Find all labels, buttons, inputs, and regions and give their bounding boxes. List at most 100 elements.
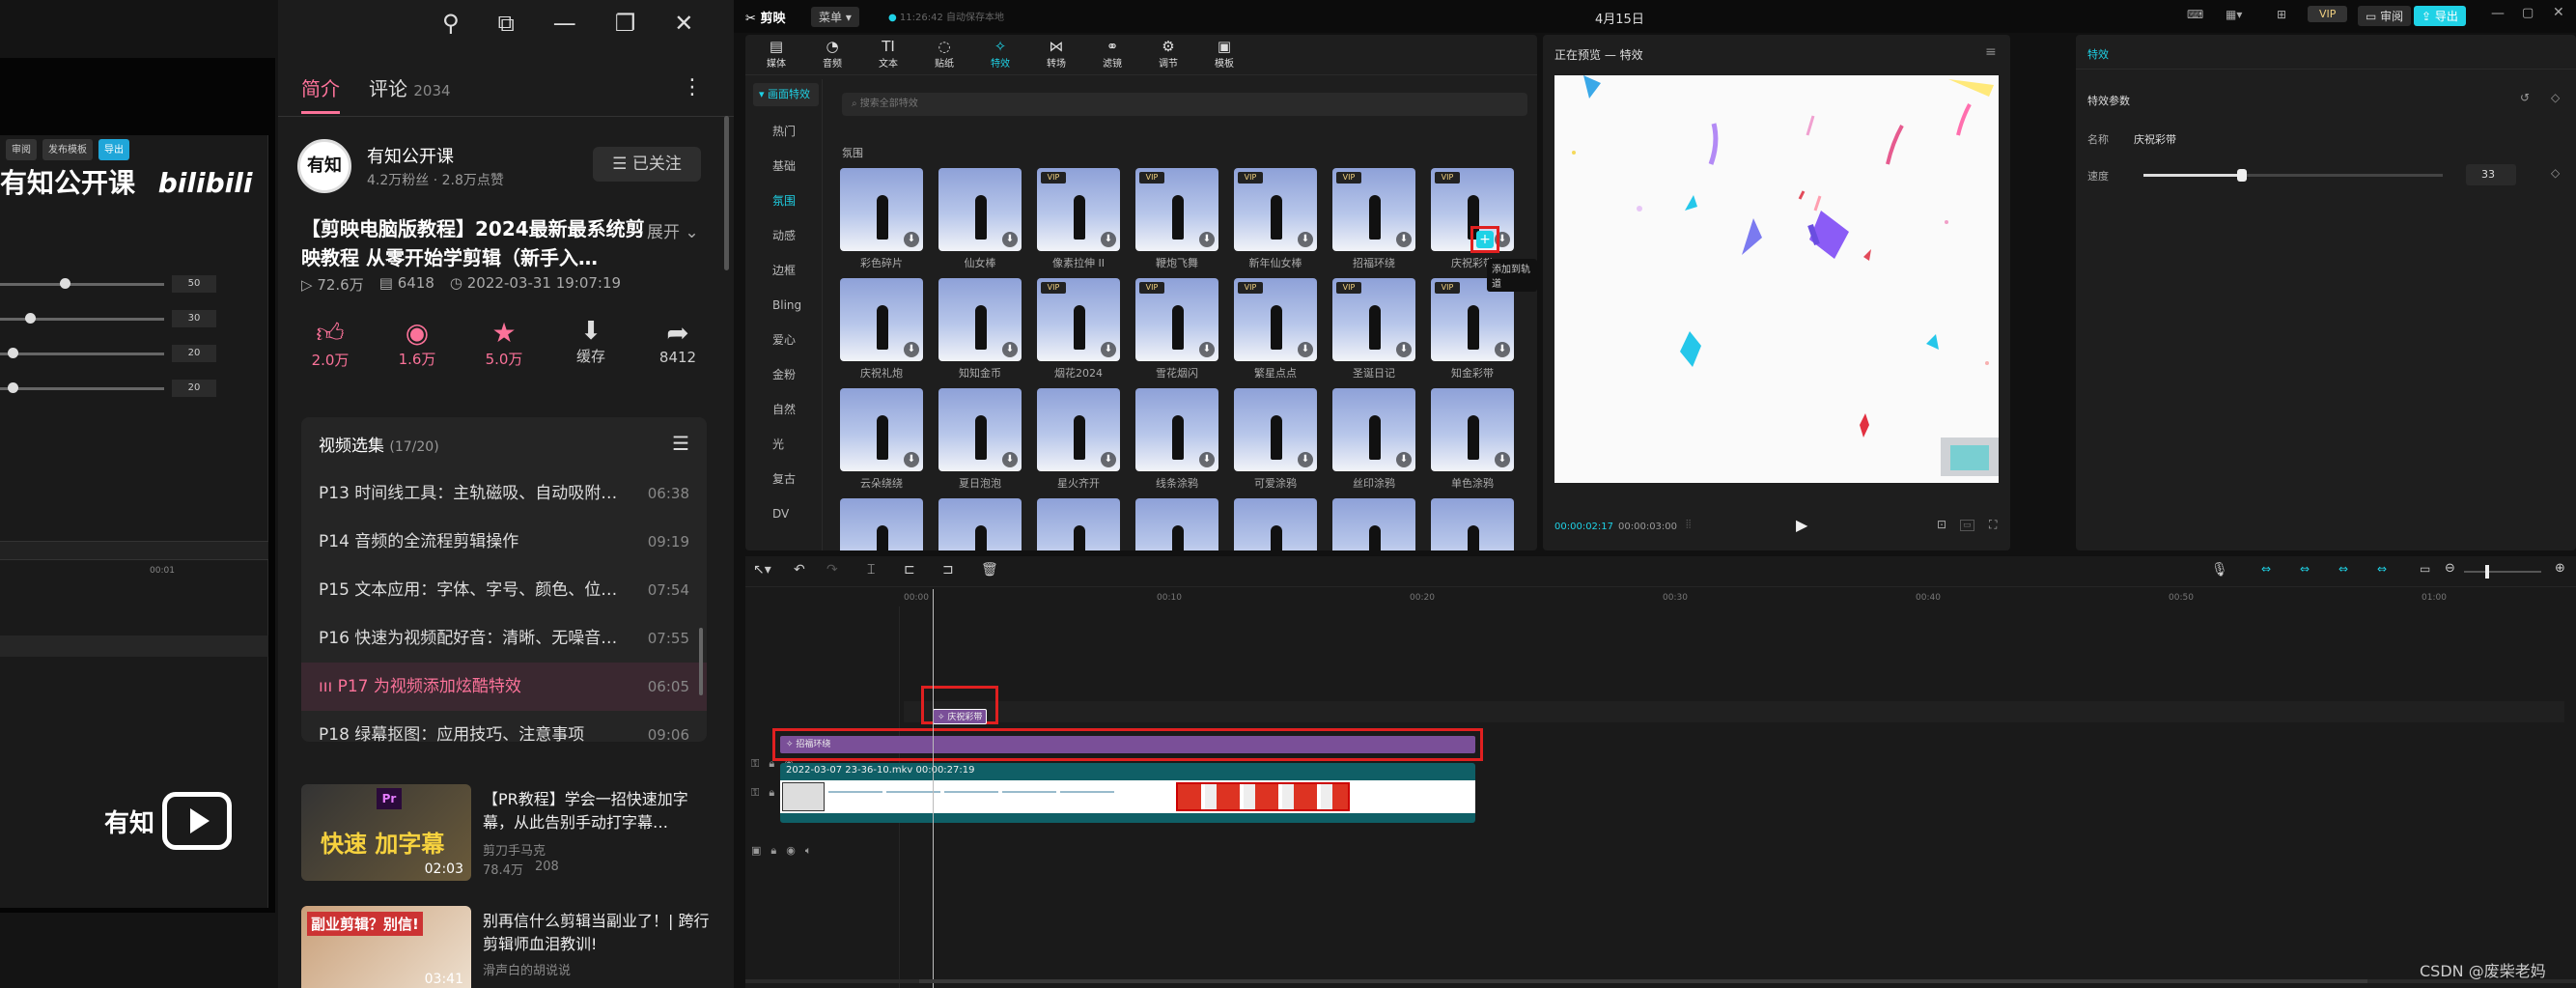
list-icon[interactable]: ☰ — [672, 432, 689, 455]
download-icon[interactable]: ⬇ — [1199, 232, 1215, 247]
effect-item[interactable]: ⬇ 彩色碎片 — [840, 168, 923, 270]
category-item[interactable]: DV — [745, 496, 823, 531]
zoom-out-icon[interactable]: ⊖ — [2445, 561, 2455, 576]
playlist-item[interactable]: P14 音频的全流程剪辑操作 09:19 — [301, 518, 707, 566]
ratio-icon[interactable]: ▭ — [1960, 520, 1974, 531]
split-left-icon[interactable]: ⊏ — [904, 562, 915, 578]
undo-icon[interactable]: ↶ — [794, 562, 805, 578]
effect-item[interactable]: VIP ⬇ 庆祝彩带 — [1431, 168, 1514, 270]
link-icon[interactable]: ⇔ — [2338, 562, 2348, 576]
tab-transition[interactable]: ⋈ 转场 — [1037, 35, 1076, 74]
speed-value-input[interactable]: 33 — [2466, 164, 2516, 185]
mic-icon[interactable]: 🎙︎ — [2211, 562, 2228, 578]
effect-item[interactable]: ⬇ 单色涂鸦 — [1431, 388, 1514, 491]
effect-item[interactable]: VIP ⬇ 雪花烟闪 — [1135, 278, 1218, 381]
keyframe-icon[interactable]: ◇ — [2551, 166, 2560, 180]
reset-icon[interactable]: ↺ — [2520, 91, 2530, 104]
crop-icon[interactable]: ⊡ — [1937, 518, 1946, 531]
main-magnet-icon[interactable]: ⇔ — [2261, 562, 2271, 576]
playlist-item-active[interactable]: ııı P17 为视频添加炫酷特效 06:05 — [301, 663, 707, 711]
fullscreen-icon[interactable]: ⛶ — [1989, 518, 1997, 532]
download-icon[interactable]: ⬇ — [904, 232, 919, 247]
lock-icon[interactable]: 🔒︎ — [769, 786, 774, 800]
effect-item[interactable]: ⬇ — [1037, 498, 1120, 550]
coin-button[interactable]: ◉ 1.6万 — [388, 317, 446, 370]
caption-icon[interactable]: ▭ — [2420, 562, 2430, 576]
download-icon[interactable]: ⬇ — [1002, 342, 1018, 357]
tab-audio[interactable]: ◔ 音频 — [813, 35, 852, 74]
effect-item[interactable]: ⬇ 庆祝礼炮 — [840, 278, 923, 381]
effect-item[interactable]: ⬇ 星火齐开 — [1037, 388, 1120, 491]
download-icon[interactable]: ⬇ — [1002, 452, 1018, 467]
maximize-icon[interactable]: ▢ — [2522, 6, 2534, 20]
playhead[interactable] — [933, 589, 934, 988]
tab-filter[interactable]: ⚭ 滤镜 — [1093, 35, 1132, 74]
download-icon[interactable]: ⬇ — [1101, 232, 1116, 247]
menu-icon[interactable]: ≡ — [1985, 44, 1997, 60]
eye-icon[interactable]: ◉ — [786, 844, 796, 858]
category-item[interactable]: 基础 — [745, 149, 823, 183]
download-icon[interactable]: ⬇ — [1199, 342, 1215, 357]
close-icon[interactable]: ✕ — [2553, 5, 2564, 20]
add-to-track-button[interactable]: + — [1476, 231, 1494, 248]
playlist-item[interactable]: P13 时间线工具：主轨磁吸、自动吸附… 06:38 — [301, 469, 707, 518]
download-icon[interactable]: ⬇ — [1396, 232, 1412, 247]
category-item[interactable]: 边框 — [745, 253, 823, 288]
effect-item[interactable]: ⬇ — [840, 498, 923, 550]
download-icon[interactable]: ⬇ — [1396, 342, 1412, 357]
category-item[interactable]: 爱心 — [745, 323, 823, 357]
download-icon[interactable]: ⬇ — [904, 342, 919, 357]
time-ruler[interactable]: 00:00 00:10 00:20 00:30 00:40 00:50 01:00 — [904, 589, 2564, 607]
download-icon[interactable]: ⬇ — [1298, 452, 1313, 467]
download-icon[interactable]: ⬇ — [1495, 452, 1510, 467]
download-icon[interactable]: ⬇ — [1298, 232, 1313, 247]
effect-item[interactable]: VIP ⬇ 圣诞日记 — [1332, 278, 1415, 381]
follow-button[interactable]: ☰ 已关注 — [593, 147, 701, 182]
download-icon[interactable]: ⬇ — [1298, 342, 1313, 357]
effect-item[interactable]: ⬇ 可爱涂鸦 — [1234, 388, 1317, 491]
download-icon[interactable]: ⬇ — [1101, 342, 1116, 357]
playlist-item[interactable]: P15 文本应用：字体、字号、颜色、位… 07:54 — [301, 566, 707, 614]
lock-icon[interactable]: ⚿ — [751, 786, 759, 800]
effect-item[interactable]: ⬇ 丝印涂鸦 — [1332, 388, 1415, 491]
tab-adjust[interactable]: ⚙ 调节 — [1149, 35, 1188, 74]
download-icon[interactable]: ⬇ — [1396, 452, 1412, 467]
effect-clip[interactable]: ✧ 招福环绕 — [780, 736, 1475, 753]
zoom-slider[interactable] — [2464, 565, 2541, 579]
preview-canvas[interactable] — [1554, 75, 1999, 483]
delete-icon[interactable]: 🗑︎ — [981, 562, 998, 578]
effect-item[interactable]: ⬇ 线条涂鸦 — [1135, 388, 1218, 491]
effect-item[interactable]: ⬇ — [1234, 498, 1317, 550]
effect-item[interactable]: VIP ⬇ 招福环绕 — [1332, 168, 1415, 270]
shortcut-icon[interactable]: ⊞ — [2277, 8, 2286, 21]
lock-icon[interactable]: ⚿ — [751, 757, 759, 771]
select-tool-icon[interactable]: ↖▾ — [753, 562, 771, 578]
cache-button[interactable]: ⬇ 缓存 — [562, 317, 620, 370]
split-icon[interactable]: ⌶ — [867, 562, 875, 578]
category-item[interactable]: 动感 — [745, 218, 823, 253]
effect-item[interactable]: ⬇ — [1332, 498, 1415, 550]
playlist-item[interactable]: P16 快速为视频配好音：清晰、无噪音… 07:55 — [301, 614, 707, 663]
avatar[interactable]: 有知 — [297, 139, 351, 193]
preview-axis-icon[interactable]: ⇔ — [2377, 562, 2387, 576]
tab-text[interactable]: TI 文本 — [869, 35, 908, 74]
effect-item[interactable]: VIP ⬇ 知金彩带 — [1431, 278, 1514, 381]
download-icon[interactable]: ⬇ — [904, 452, 919, 467]
effect-item[interactable]: VIP ⬇ 繁星点点 — [1234, 278, 1317, 381]
effect-item[interactable]: ⬇ 知知金币 — [938, 278, 1022, 381]
category-item[interactable]: 热门 — [745, 114, 823, 149]
maximize-icon[interactable]: ❐ — [615, 10, 636, 37]
zoom-in-icon[interactable]: ⊕ — [2555, 561, 2565, 576]
category-item[interactable]: 金粉 — [745, 357, 823, 392]
effect-search-input[interactable]: ⌕ 搜索全部特效 — [842, 93, 1527, 116]
effect-item[interactable]: VIP ⬇ 像素拉伸 II — [1037, 168, 1120, 270]
playlist-item[interactable]: P18 绿幕抠图：应用技巧、注意事项 09:06 — [301, 711, 707, 742]
auto-snap-icon[interactable]: ⇔ — [2300, 562, 2310, 576]
effect-item[interactable]: ⬇ 夏日泡泡 — [938, 388, 1022, 491]
download-icon[interactable]: ⬇ — [1002, 232, 1018, 247]
timeline-scrollbar[interactable] — [745, 979, 2576, 983]
speed-slider[interactable] — [2143, 169, 2443, 182]
pin-icon[interactable]: ⚲ — [442, 10, 460, 37]
minimize-icon[interactable]: — — [2491, 6, 2505, 21]
mute-icon[interactable]: 🔈︎ — [805, 844, 812, 858]
